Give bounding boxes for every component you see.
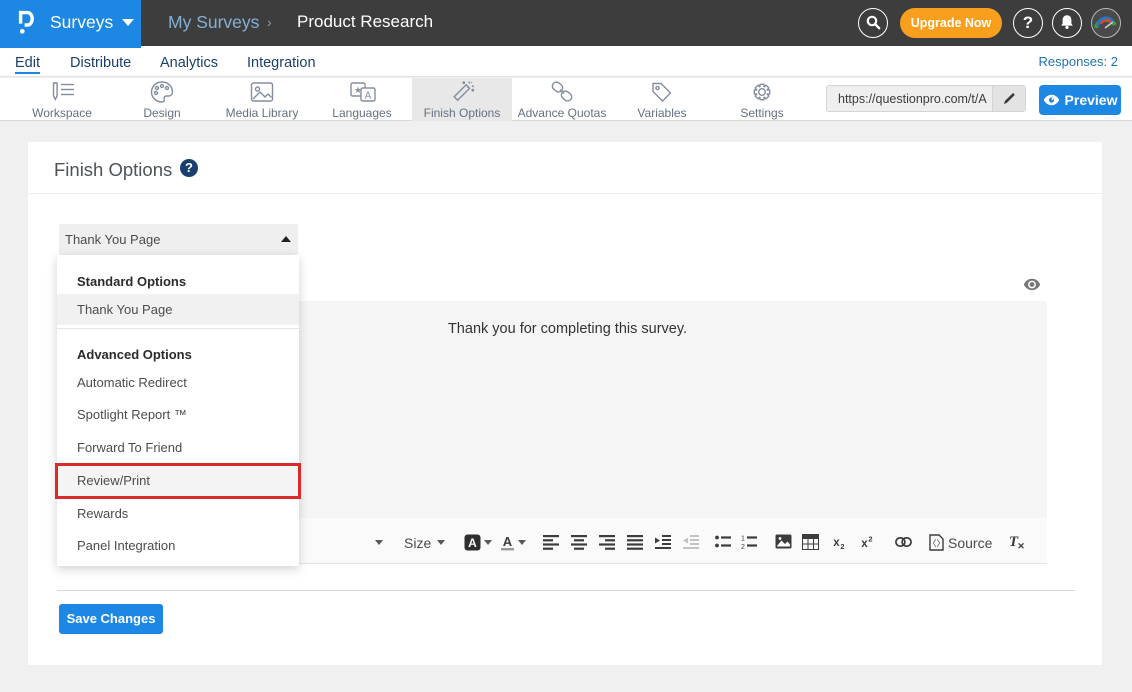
svg-text:2: 2 bbox=[840, 542, 844, 550]
svg-text:x: x bbox=[833, 537, 840, 549]
svg-text:2: 2 bbox=[868, 535, 872, 544]
svg-text:A: A bbox=[503, 534, 513, 549]
svg-text:x: x bbox=[861, 538, 868, 550]
svg-text:2: 2 bbox=[741, 544, 745, 550]
svg-text:1: 1 bbox=[741, 536, 745, 543]
svg-text:〈〉: 〈〉 bbox=[929, 539, 944, 549]
svg-text:✕: ✕ bbox=[1017, 541, 1025, 550]
svg-text:★: ★ bbox=[354, 85, 362, 95]
svg-text:A: A bbox=[468, 536, 477, 550]
svg-text:A: A bbox=[365, 91, 372, 102]
